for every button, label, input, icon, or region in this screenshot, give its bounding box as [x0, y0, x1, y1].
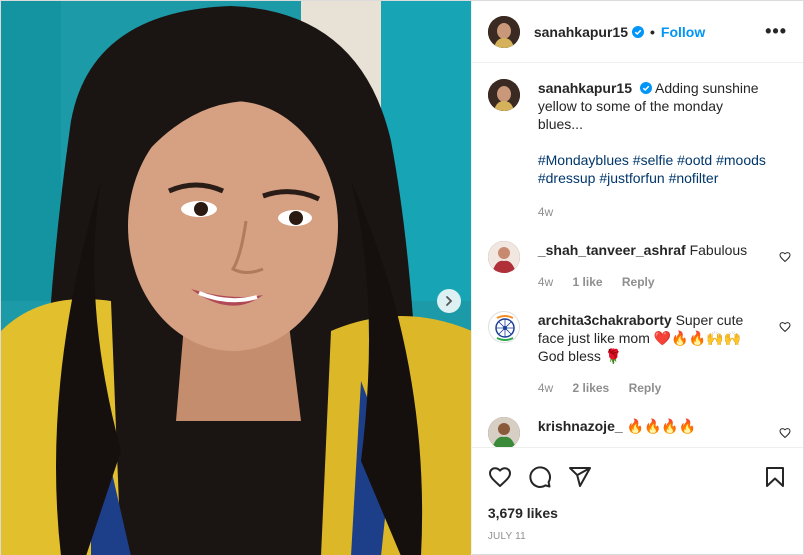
hashtag-link[interactable]: #justforfun [599, 170, 664, 186]
comment-body: krishnazoje_ 🔥🔥🔥🔥 [538, 417, 770, 447]
comment-text: Fabulous [689, 242, 748, 258]
comment-timestamp[interactable]: 4w [538, 275, 553, 289]
caption-hashtags: #Mondayblues #selfie #ootd #moods #dress… [538, 151, 770, 187]
caption-body: sanahkapur15 Adding sunshine yellow to s… [538, 79, 770, 221]
avatar[interactable] [487, 311, 520, 343]
comment-text: 🔥🔥🔥🔥 [626, 418, 697, 434]
reply-button[interactable]: Reply [629, 381, 662, 395]
separator-dot: • [650, 23, 655, 40]
caption-username[interactable]: sanahkapur15 [538, 80, 632, 96]
verified-badge-icon [632, 25, 644, 38]
avatar[interactable] [487, 15, 520, 48]
comment-username[interactable]: krishnazoje_ [538, 418, 623, 434]
comment-item: krishnazoje_ 🔥🔥🔥🔥 [487, 417, 791, 447]
selfie-photo [1, 1, 471, 555]
comment-bubble-icon[interactable] [528, 465, 552, 489]
hashtag-link[interactable]: #ootd [677, 152, 712, 168]
hashtag-link[interactable]: #moods [716, 152, 766, 168]
caption-timestamp[interactable]: 4w [538, 205, 553, 219]
follow-button[interactable]: Follow [661, 24, 705, 40]
hashtag-link[interactable]: #Mondayblues [538, 152, 629, 168]
hashtag-link[interactable]: #nofilter [669, 170, 719, 186]
post-photo[interactable] [1, 1, 471, 555]
like-comment-heart-icon[interactable] [779, 427, 791, 439]
like-comment-heart-icon[interactable] [779, 321, 791, 333]
bottom-spacer [472, 542, 803, 555]
next-photo-button[interactable] [437, 289, 461, 313]
like-comment-heart-icon[interactable] [779, 251, 791, 263]
verified-badge-icon [639, 82, 652, 94]
avatar[interactable] [487, 241, 520, 273]
comment-likes[interactable]: 1 like [573, 275, 603, 289]
profile-picture [487, 15, 520, 48]
comment-username[interactable]: archita3chakraborty [538, 312, 672, 328]
comment-body: archita3chakraborty Super cute face just… [538, 311, 770, 397]
post-header: sanahkapur15 • Follow ••• [471, 1, 803, 63]
post-details-panel: sanahkapur15 • Follow ••• sanahkapur15 A… [470, 1, 803, 555]
post-date[interactable]: JULY 11 [472, 527, 803, 542]
share-paper-plane-icon[interactable] [568, 465, 592, 489]
likes-count[interactable]: 3,679 likes [472, 505, 803, 527]
reply-button[interactable]: Reply [622, 275, 655, 289]
post-actions-bar [471, 447, 803, 505]
comment-timestamp[interactable]: 4w [538, 381, 553, 395]
hashtag-link[interactable]: #selfie [633, 152, 673, 168]
post-caption: sanahkapur15 Adding sunshine yellow to s… [487, 79, 787, 221]
profile-picture [487, 417, 520, 447]
comment-item: archita3chakraborty Super cute face just… [487, 311, 791, 397]
comment-meta: 4w 1 like Reply [538, 273, 770, 291]
hashtag-link[interactable]: #dressup [538, 170, 596, 186]
comment-item: _shah_tanveer_ashraf Fabulous 4w 1 like … [487, 241, 791, 291]
profile-picture [488, 312, 519, 342]
comment-body: _shah_tanveer_ashraf Fabulous 4w 1 like … [538, 241, 770, 291]
account-username[interactable]: sanahkapur15 [534, 24, 628, 40]
profile-picture [487, 241, 520, 273]
chevron-right-icon [446, 296, 453, 306]
comments-section[interactable]: sanahkapur15 Adding sunshine yellow to s… [472, 63, 803, 447]
comment-username[interactable]: _shah_tanveer_ashraf [538, 242, 686, 258]
like-heart-icon[interactable] [488, 465, 512, 489]
comment-likes[interactable]: 2 likes [573, 381, 610, 395]
save-bookmark-icon[interactable] [763, 465, 787, 489]
caption-meta: 4w [538, 203, 770, 221]
avatar[interactable] [487, 79, 520, 111]
profile-picture [487, 79, 520, 111]
more-options-button[interactable]: ••• [765, 21, 787, 42]
instagram-post: sanahkapur15 • Follow ••• sanahkapur15 A… [0, 0, 804, 555]
comment-meta: 4w 2 likes Reply [538, 379, 770, 397]
avatar[interactable] [487, 417, 520, 447]
